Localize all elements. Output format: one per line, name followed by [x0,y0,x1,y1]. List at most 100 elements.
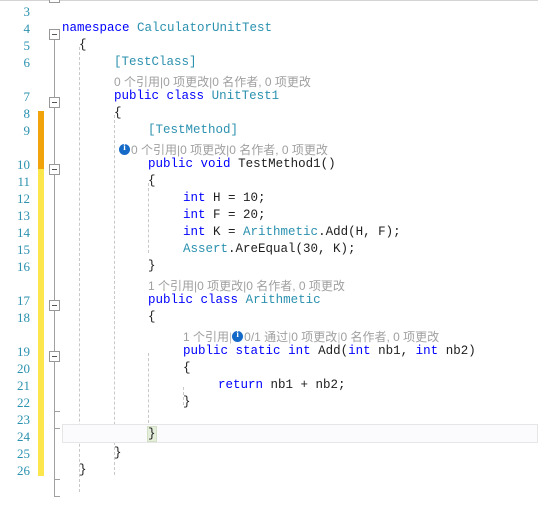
brace: { [79,38,87,52]
fold-marker-line-19[interactable] [49,351,60,362]
decl-f: F = 20; [213,208,266,222]
line-number: 10 [17,157,30,172]
fold-end-tick-add [54,411,60,412]
type-assert: Assert [183,242,229,256]
param-nb2: nb2) [445,344,476,358]
code-line-23[interactable]: } [147,426,157,442]
fold-marker-line-17[interactable] [49,300,60,311]
keyword-return: return [218,378,264,392]
decl-h: H = 10; [213,191,266,205]
code-line-25[interactable]: } [79,463,87,477]
brace: } [114,446,122,460]
indent-guide-3 [148,183,149,253]
line-number: 21 [17,378,30,393]
code-line-17[interactable]: public class Arithmetic [148,293,321,307]
line-number: 17 [17,293,30,308]
line-number: 6 [23,55,31,70]
code-line-16[interactable]: } [148,259,156,273]
brace: } [183,395,191,409]
call-add: .Add(H, F); [318,225,401,239]
keyword-int: int [183,225,206,239]
namespace-name: CalculatorUnitTest [137,21,273,35]
codelens-changes: 0 项更改 [291,330,338,344]
info-badge-icon[interactable] [119,142,130,155]
code-line-24[interactable]: } [114,446,122,460]
keyword-static: static [235,344,281,358]
fold-marker-line-4[interactable] [49,29,60,40]
line-number: 8 [23,106,31,121]
return-expression: nb1 + nb2; [270,378,346,392]
line-number: 11 [17,174,30,189]
fold-marker-partial[interactable] [49,0,60,3]
code-line-13[interactable]: int F = 20; [183,208,266,222]
current-line-highlight [62,424,538,443]
param-nb1: nb1, [378,344,416,358]
line-number: 16 [17,259,30,274]
fold-end-tick-class [54,479,60,480]
code-line-14[interactable]: int K = Arithmetic.Add(H, F); [183,225,401,239]
brace: } [79,463,87,477]
decl-k: K = [213,225,244,239]
code-line-8[interactable]: { [114,106,122,120]
brace: { [148,174,156,188]
keyword-int: int [183,208,206,222]
code-line-6[interactable]: [TestClass] [114,55,197,69]
fold-marker-line-10[interactable] [49,164,60,175]
codelens-text: 0 个引用|0 项更改|0 名作者, 0 项更改 [131,143,328,157]
code-line-18[interactable]: { [148,310,156,324]
brace: { [183,361,191,375]
code-line-9[interactable]: [TestMethod] [148,123,238,137]
keyword-public: public [114,89,160,103]
codelens-testmethod1[interactable]: 0 个引用|0 项更改|0 名作者, 0 项更改 [119,141,328,158]
keyword-public: public [148,157,194,171]
line-number: 26 [17,463,30,478]
keyword-int: int [348,344,371,358]
line-number: 13 [17,208,30,223]
codelens-add-method[interactable]: 1 个引用|0/1 通过|0 项更改|0 名作者, 0 项更改 [183,328,439,345]
code-editor[interactable]: 3 4 5 6 7 8 9 10 11 12 13 14 15 16 17 18… [0,0,538,513]
code-line-10[interactable]: public void TestMethod1() [148,157,336,171]
code-line-19[interactable]: public static int Add(int nb1, int nb2) [183,344,476,358]
code-line-11[interactable]: { [148,174,156,188]
class-name-arithmetic: Arithmetic [245,293,321,307]
fold-marker-line-7[interactable] [49,97,60,108]
brace-match: } [147,426,157,442]
fold-end-tick-method [54,428,60,429]
codelens-tests: 0/1 通过 [244,330,289,344]
keyword-public: public [148,293,194,307]
codelens-arithmetic-class[interactable]: 1 个引用|0 项更改|0 名作者, 0 项更改 [148,277,345,294]
line-number: 3 [23,4,31,19]
indent-guide-3b [148,353,149,423]
code-line-21[interactable]: return nb1 + nb2; [218,378,346,392]
line-number: 20 [17,361,30,376]
indent-guide-2 [114,115,115,475]
line-number: 18 [17,310,30,325]
line-number: 25 [17,446,30,461]
code-line-4[interactable]: namespace CalculatorUnitTest [62,21,272,35]
code-line-22[interactable]: } [183,395,191,409]
keyword-class: class [166,89,205,103]
line-number: 22 [17,395,30,410]
line-number: 15 [17,242,30,257]
attribute-testmethod: [TestMethod] [148,123,239,137]
code-line-12[interactable]: int H = 10; [183,191,266,205]
line-number: 12 [17,191,30,206]
info-badge-icon[interactable] [232,329,244,342]
keyword-int: int [288,344,311,358]
method-name-testmethod1: TestMethod1() [238,157,336,171]
class-name-unittest1: UnitTest1 [211,89,280,103]
brace: { [148,310,156,324]
code-line-15[interactable]: Assert.AreEqual(30, K); [183,242,356,256]
line-number: 24 [17,429,30,444]
codelens-unittest1[interactable]: 0 个引用|0 项更改|0 名作者, 0 项更改 [114,73,311,90]
codelens-refs: 1 个引用 [183,330,230,344]
code-line-20[interactable]: { [183,361,191,375]
code-line-5[interactable]: { [79,38,87,52]
code-line-7[interactable]: public class UnitTest1 [114,89,279,103]
line-number: 9 [23,123,31,138]
line-number: 4 [23,21,31,36]
codelens-authors: 0 名作者, 0 项更改 [340,330,440,344]
attribute-testclass: [TestClass] [114,55,197,69]
change-bar-saved [38,111,44,169]
keyword-namespace: namespace [62,21,130,35]
